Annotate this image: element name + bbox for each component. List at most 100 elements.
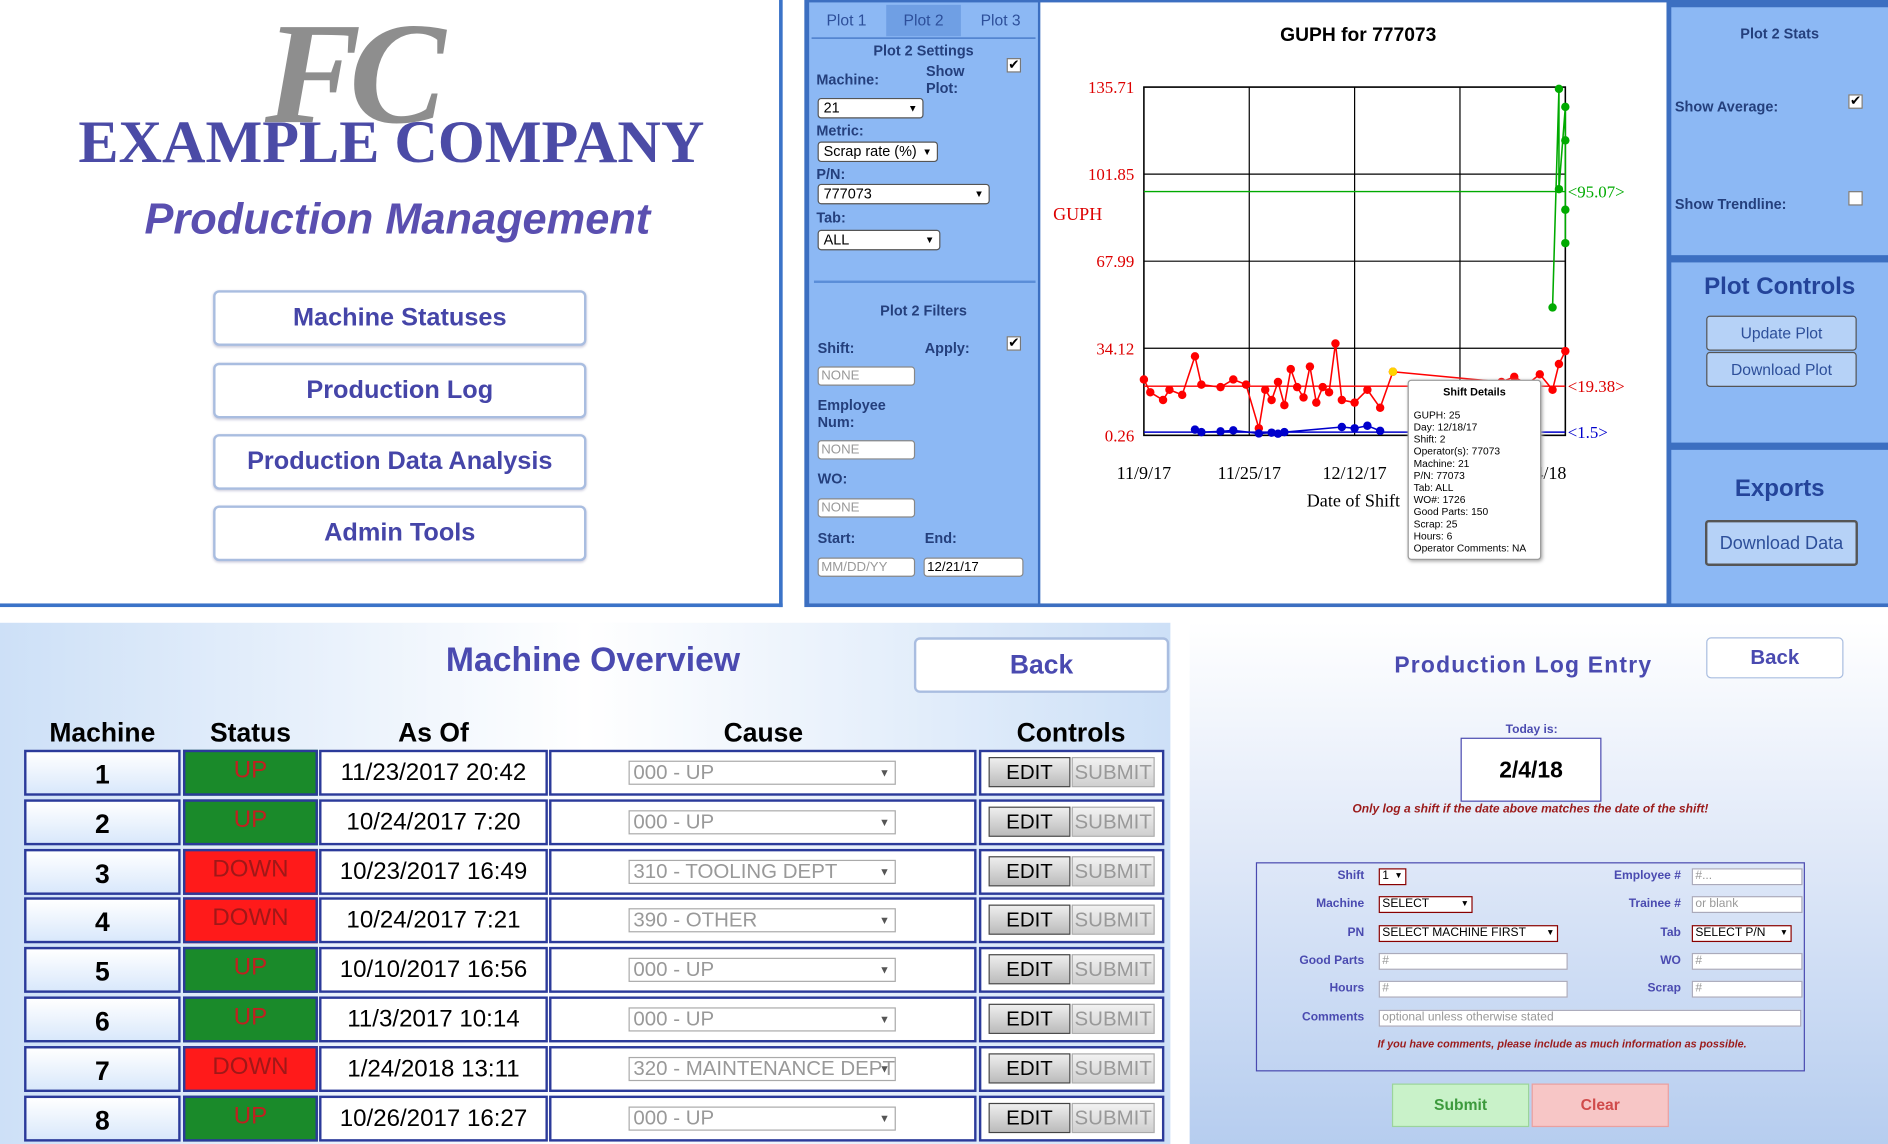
shift-filter-input[interactable]: NONE [817, 366, 916, 386]
pn-select[interactable]: 777073 ▼ [817, 183, 990, 205]
end-date-input[interactable]: 12/21/17 [923, 557, 1024, 577]
cause-select[interactable]: 000 - UP ▼ [628, 1106, 896, 1131]
submit-button[interactable]: Submit [1391, 1083, 1530, 1128]
machine-number-cell: 4 [24, 897, 181, 944]
status-cell: DOWN [183, 897, 318, 944]
cause-select[interactable]: 390 - OTHER ▼ [628, 908, 896, 933]
employee-input[interactable]: #... [1691, 868, 1803, 886]
data-point [1554, 84, 1564, 94]
hours-input[interactable]: # [1378, 980, 1568, 998]
machine-select[interactable]: SELECT ▼ [1378, 896, 1473, 914]
submit-button[interactable]: SUBMIT [1071, 1102, 1155, 1134]
wo-label: WO [1660, 954, 1681, 968]
chevron-down-icon: ▼ [1546, 928, 1555, 938]
comments-input[interactable]: optional unless otherwise stated [1378, 1009, 1802, 1027]
cause-select[interactable]: 000 - UP ▼ [628, 1007, 896, 1032]
chart-x-axis-label: Date of Shift [1307, 491, 1400, 511]
update-plot-button[interactable]: Update Plot [1706, 315, 1857, 351]
shift-select[interactable]: 1 ▼ [1378, 868, 1407, 886]
tab-plot-2[interactable]: Plot 2 [886, 4, 961, 37]
scrap-label: Scrap [1647, 981, 1681, 996]
chevron-down-icon: ▼ [879, 963, 890, 976]
as-of-cell: 1/24/2018 13:11 [319, 1046, 548, 1092]
status-cell: UP [183, 946, 318, 993]
y-tick-label: 135.71 [1088, 78, 1134, 97]
cause-select[interactable]: 000 - UP ▼ [628, 760, 896, 785]
edit-button[interactable]: EDIT [988, 1102, 1071, 1134]
chevron-down-icon: ▼ [879, 865, 890, 878]
metric-select[interactable]: Scrap rate (%) ▼ [817, 141, 938, 163]
edit-button[interactable]: EDIT [988, 954, 1071, 985]
tab-plot-1[interactable]: Plot 1 [809, 5, 884, 36]
pn-select[interactable]: SELECT MACHINE FIRST ▼ [1378, 925, 1559, 943]
tab-select[interactable]: ALL ▼ [817, 229, 941, 251]
back-button[interactable]: Back [913, 637, 1170, 693]
edit-button[interactable]: EDIT [988, 806, 1071, 837]
column-header-cause: Cause [723, 717, 804, 748]
production-log-button[interactable]: Production Log [213, 362, 587, 419]
edit-button[interactable]: EDIT [988, 856, 1071, 887]
data-point [1554, 184, 1564, 194]
machine-select[interactable]: 21 ▼ [817, 97, 924, 119]
cause-select[interactable]: 320 - MAINTENANCE DEPT ▼ [628, 1056, 896, 1082]
cause-select[interactable]: 000 - UP ▼ [628, 957, 896, 982]
data-point [1261, 385, 1270, 394]
data-point [1229, 375, 1238, 384]
as-of-cell: 11/3/2017 10:14 [319, 996, 548, 1043]
tooltip-line: Machine: 21 [1413, 457, 1470, 470]
data-point [1229, 426, 1238, 435]
tooltip-line: Operator Comments: NA [1413, 541, 1527, 554]
tab-select[interactable]: SELECT P/N ▼ [1691, 925, 1792, 943]
data-point [1190, 352, 1200, 361]
data-point [1561, 238, 1570, 248]
data-point [1267, 395, 1276, 405]
clear-button[interactable]: Clear [1531, 1083, 1669, 1128]
download-data-button[interactable]: Download Data [1705, 519, 1858, 566]
cause-select[interactable]: 310 - TOOLING DEPT ▼ [628, 859, 896, 884]
machine-number-cell: 3 [24, 848, 181, 895]
submit-button[interactable]: SUBMIT [1071, 806, 1155, 837]
average-annotation: <95.07> [1568, 183, 1625, 202]
edit-button[interactable]: EDIT [988, 1053, 1071, 1084]
back-button[interactable]: Back [1706, 637, 1844, 679]
trainee-input[interactable]: or blank [1691, 896, 1803, 914]
machine-statuses-button[interactable]: Machine Statuses [213, 290, 587, 346]
apply-filter-checkbox[interactable]: ✔ [1006, 336, 1022, 351]
download-plot-button[interactable]: Download Plot [1706, 351, 1857, 387]
cause-select-value: 000 - UP [633, 1007, 715, 1031]
show-trendline-checkbox[interactable] [1848, 191, 1863, 206]
data-point [1561, 136, 1570, 145]
show-plot-checkbox[interactable]: ✔ [1006, 58, 1022, 73]
as-of-cell: 10/23/2017 16:49 [319, 848, 548, 895]
start-date-input[interactable]: MM/DD/YY [817, 557, 916, 577]
good-parts-input[interactable]: # [1378, 952, 1568, 970]
employee-filter-input[interactable]: NONE [817, 440, 916, 460]
tab-label: Tab [1660, 926, 1681, 940]
submit-button[interactable]: SUBMIT [1071, 757, 1155, 788]
admin-tools-button[interactable]: Admin Tools [213, 505, 587, 562]
plot-stats-title: Plot 2 Stats [1740, 25, 1819, 43]
submit-button[interactable]: SUBMIT [1071, 954, 1155, 985]
data-point [1375, 426, 1385, 436]
production-data-analysis-button[interactable]: Production Data Analysis [213, 434, 587, 490]
submit-button[interactable]: SUBMIT [1071, 1003, 1155, 1034]
data-point [1337, 395, 1347, 405]
cause-select[interactable]: 000 - UP ▼ [628, 810, 896, 835]
tab-plot-3[interactable]: Plot 3 [963, 5, 1038, 36]
edit-button[interactable]: EDIT [988, 904, 1071, 935]
wo-input[interactable]: # [1691, 952, 1803, 970]
edit-button[interactable]: EDIT [988, 1003, 1071, 1034]
today-date: 2/4/18 [1460, 737, 1602, 802]
edit-button[interactable]: EDIT [988, 757, 1071, 788]
submit-button[interactable]: SUBMIT [1071, 856, 1155, 887]
average-annotation: <1.5> [1568, 423, 1608, 442]
scrap-input[interactable]: # [1691, 980, 1803, 998]
data-point [1337, 422, 1347, 432]
wo-filter-input[interactable]: NONE [817, 498, 916, 518]
show-average-checkbox[interactable]: ✔ [1848, 94, 1863, 109]
as-of-cell: 11/23/2017 20:42 [319, 749, 548, 796]
x-tick-label: 11/25/17 [1217, 463, 1281, 483]
submit-button[interactable]: SUBMIT [1071, 904, 1155, 935]
submit-button[interactable]: SUBMIT [1071, 1053, 1155, 1084]
data-point [1324, 388, 1334, 397]
